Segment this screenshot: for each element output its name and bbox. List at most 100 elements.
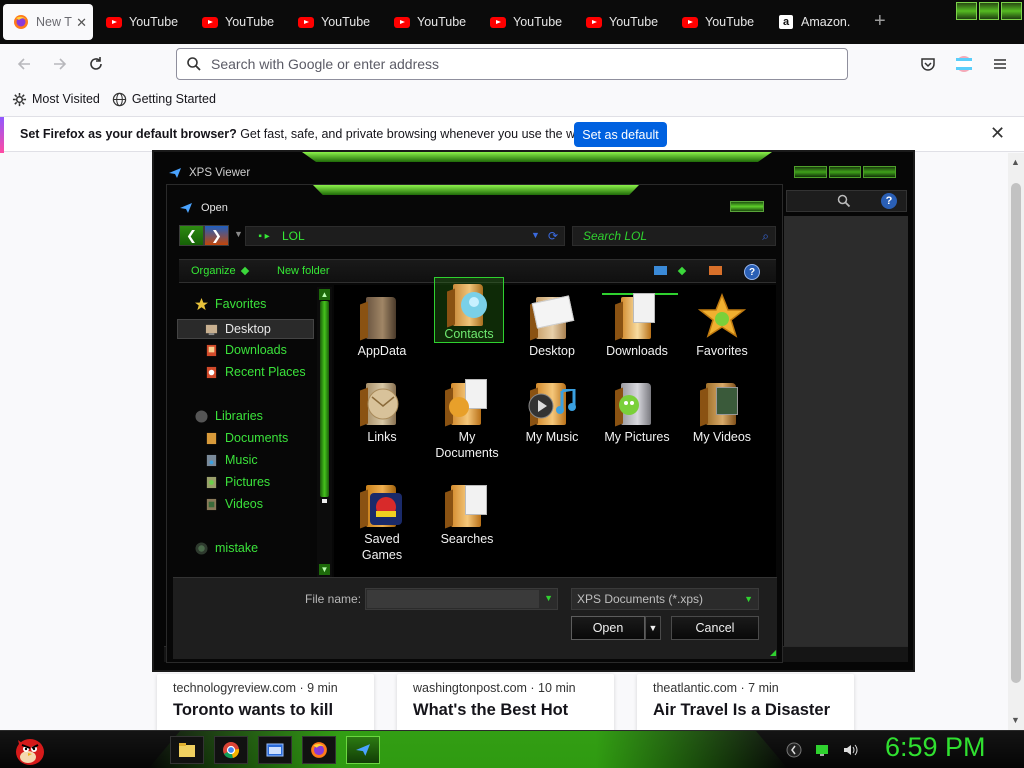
forward-button[interactable] (48, 52, 72, 76)
bookmark-getting-started[interactable]: Getting Started (112, 92, 216, 107)
back-button[interactable]: ❮ (179, 225, 204, 246)
taskbar-clock[interactable]: 6:59 PM (885, 732, 986, 763)
nav-videos[interactable]: Videos (205, 497, 263, 511)
address-input[interactable] (211, 56, 811, 72)
tab-amazon[interactable]: a Amazon. (768, 4, 860, 40)
network-icon[interactable] (814, 742, 830, 758)
change-view-icon[interactable] (654, 266, 667, 275)
resize-grip-icon[interactable]: ◢ (770, 648, 776, 657)
file-item-desktop[interactable]: Desktop (514, 293, 590, 359)
menu-button[interactable] (988, 52, 1012, 76)
nav-documents[interactable]: Documents (205, 431, 288, 445)
taskbar-window[interactable] (258, 736, 292, 764)
organize-button[interactable]: Organize (191, 265, 249, 277)
file-item-my-pictures[interactable]: My Pictures (599, 379, 675, 445)
scroll-down-icon[interactable]: ▼ (1011, 715, 1020, 725)
nav-pane-scrollbar[interactable]: ▲ ▼ (317, 287, 332, 577)
show-hidden-icons-icon[interactable] (786, 742, 802, 758)
recent-locations-icon[interactable]: ▼ (234, 229, 243, 239)
open-button[interactable]: Open (571, 616, 645, 640)
scroll-up-icon[interactable]: ▲ (319, 289, 330, 300)
minimize-button[interactable] (794, 166, 827, 178)
file-item-links[interactable]: Links (344, 379, 420, 445)
nav-downloads[interactable]: Downloads (205, 343, 287, 357)
refresh-icon[interactable]: ⟳ (548, 229, 558, 243)
file-item-downloads[interactable]: Downloads (599, 293, 675, 359)
dialog-search-box[interactable]: ⌕ (572, 226, 776, 246)
nav-pictures[interactable]: Pictures (205, 475, 270, 489)
nav-libraries[interactable]: Libraries (195, 409, 263, 423)
address-path[interactable]: ▪ ▸ LOL ▼ ⟳ (245, 226, 565, 246)
volume-icon[interactable] (842, 742, 858, 758)
bookmark-most-visited[interactable]: Most Visited (12, 92, 100, 107)
set-as-default-button[interactable]: Set as default (574, 122, 667, 147)
tab-new-tab[interactable]: New T ✕ (3, 4, 93, 40)
file-type-select[interactable]: XPS Documents (*.xps) ▼ (571, 588, 759, 610)
dialog-close-button[interactable] (730, 201, 764, 212)
file-item-saved-games[interactable]: Saved Games (344, 481, 420, 563)
view-dropdown-icon[interactable] (677, 266, 687, 276)
scroll-up-icon[interactable]: ▲ (1011, 157, 1020, 167)
page-scrollbar[interactable]: ▲ ▼ (1008, 153, 1024, 730)
maximize-button[interactable] (978, 2, 1000, 20)
forward-button[interactable]: ❯ (204, 225, 229, 246)
maximize-button[interactable] (828, 166, 862, 178)
open-options-dropdown[interactable]: ▼ (645, 616, 661, 640)
story-title: What's the Best Hot (413, 701, 569, 719)
file-name-field[interactable]: ▼ (365, 588, 558, 610)
taskbar-firefox[interactable] (302, 736, 336, 764)
story-card[interactable]: theatlantic.com · 7 min Air Travel Is a … (637, 674, 854, 734)
tab-close-icon[interactable]: ✕ (76, 15, 87, 31)
taskbar-explorer[interactable] (170, 736, 204, 764)
story-card[interactable]: technologyreview.com · 9 min Toronto wan… (157, 674, 374, 734)
file-item-appdata[interactable]: AppData (344, 293, 420, 359)
chevron-down-icon[interactable]: ▼ (544, 593, 553, 603)
help-icon[interactable]: ? (881, 193, 897, 209)
tab-youtube[interactable]: YouTube (384, 4, 476, 40)
account-button[interactable] (952, 52, 976, 76)
dialog-search-input[interactable] (573, 229, 743, 243)
taskbar-chrome[interactable] (214, 736, 248, 764)
file-name-input[interactable] (367, 590, 539, 608)
tab-youtube[interactable]: YouTube (192, 4, 284, 40)
story-card[interactable]: washingtonpost.com · 10 min What's the B… (397, 674, 614, 734)
arrow-right-icon: ❯ (211, 227, 222, 243)
help-icon[interactable]: ? (744, 264, 760, 280)
file-item-my-music[interactable]: My Music (514, 379, 590, 445)
scrollbar-thumb[interactable] (320, 301, 329, 497)
nav-favorites[interactable]: Favorites (195, 297, 266, 311)
tab-youtube[interactable]: YouTube (288, 4, 380, 40)
back-button[interactable] (12, 52, 36, 76)
start-button[interactable] (8, 731, 48, 768)
tab-youtube[interactable]: YouTube (96, 4, 188, 40)
file-item-my-documents[interactable]: My Documents (429, 379, 505, 461)
chevron-down-icon[interactable]: ▼ (531, 230, 540, 240)
tab-youtube[interactable]: YouTube (480, 4, 572, 40)
file-item-favorites[interactable]: Favorites (684, 292, 760, 359)
tab-youtube[interactable]: YouTube (576, 4, 668, 40)
close-window-button[interactable] (863, 166, 897, 178)
pocket-button[interactable] (916, 52, 940, 76)
new-folder-button[interactable]: New folder (277, 265, 330, 277)
minimize-button[interactable] (956, 2, 977, 20)
account-avatar-icon (956, 56, 972, 72)
nav-recent-places[interactable]: Recent Places (205, 365, 306, 379)
star-icon (195, 297, 208, 310)
tab-youtube[interactable]: YouTube (672, 4, 764, 40)
new-tab-button[interactable]: + (874, 10, 886, 33)
taskbar-xps-viewer[interactable] (346, 736, 380, 764)
nav-music[interactable]: Music (205, 453, 258, 467)
scroll-down-icon[interactable]: ▼ (319, 564, 330, 575)
scrollbar-thumb[interactable] (1011, 183, 1021, 683)
close-icon[interactable]: ✕ (990, 123, 1005, 144)
file-item-my-videos[interactable]: My Videos (684, 379, 760, 445)
file-item-searches[interactable]: Searches (429, 481, 505, 547)
file-item-contacts[interactable]: Contacts (434, 277, 504, 343)
cancel-button[interactable]: Cancel (671, 616, 759, 640)
nav-user-folder[interactable]: mistake (195, 541, 258, 555)
nav-desktop[interactable]: Desktop (177, 319, 314, 339)
reload-button[interactable] (84, 52, 108, 76)
address-bar[interactable] (176, 48, 848, 80)
preview-pane-icon[interactable] (709, 266, 722, 275)
close-window-button[interactable] (1001, 2, 1023, 20)
